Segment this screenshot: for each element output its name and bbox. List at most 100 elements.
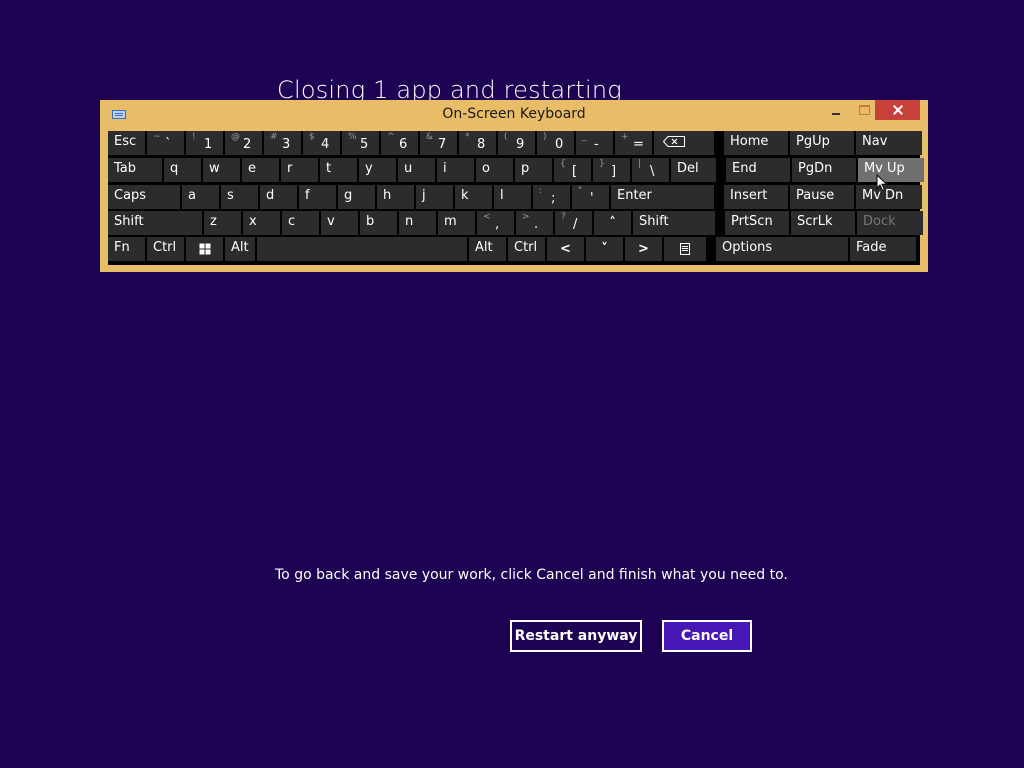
key-k[interactable]: k [455, 185, 492, 209]
key-symbol[interactable]: | \ [632, 158, 669, 182]
key-9[interactable]: (9 [498, 131, 535, 155]
key-p[interactable]: p [515, 158, 552, 182]
key-w[interactable]: w [203, 158, 240, 182]
key-pause[interactable]: Pause [790, 185, 854, 209]
key-symbol[interactable]: + = [615, 131, 652, 155]
key-e[interactable]: e [242, 158, 279, 182]
key-6[interactable]: ^ 6 [381, 131, 418, 155]
key-3[interactable]: #3 [264, 131, 301, 155]
key-alt[interactable]: Alt [469, 237, 506, 261]
key-b[interactable]: b [360, 211, 397, 235]
osk-titlebar[interactable]: On-Screen Keyboard [100, 100, 928, 128]
key-label: PgUp [796, 134, 830, 149]
key-7[interactable]: & 7 [420, 131, 457, 155]
key-esc[interactable]: Esc [108, 131, 145, 155]
key-mv-up[interactable]: Mv Up [858, 158, 924, 182]
key-right-arrow[interactable]: > [625, 237, 662, 261]
key-d[interactable]: d [260, 185, 297, 209]
key-enter[interactable]: Enter [611, 185, 714, 209]
key-nav[interactable]: Nav [856, 131, 922, 155]
key-u[interactable]: u [398, 158, 435, 182]
key-0[interactable]: ) 0 [537, 131, 574, 155]
key-y[interactable]: y [359, 158, 396, 182]
key-fn[interactable]: Fn [108, 237, 145, 261]
key-symbol[interactable]: " ' [572, 185, 609, 209]
key-v[interactable]: v [321, 211, 358, 235]
key-end[interactable]: End [726, 158, 790, 182]
key-4[interactable]: $4 [303, 131, 340, 155]
key-o[interactable]: o [476, 158, 513, 182]
key-up-arrow[interactable]: ˄ [594, 211, 631, 235]
menu-icon [680, 243, 690, 255]
key-q[interactable]: q [164, 158, 201, 182]
key-shift-symbol: ^ [387, 132, 395, 142]
key-prtscn[interactable]: PrtScn [725, 211, 789, 235]
key-r[interactable]: r [281, 158, 318, 182]
key-1[interactable]: ! 1 [186, 131, 223, 155]
key-symbol[interactable]: ~ ` [147, 131, 184, 155]
key-label: c [288, 214, 296, 229]
key-down-arrow[interactable]: ˅ [586, 237, 623, 261]
key-x[interactable]: x [243, 211, 280, 235]
key-scrlk[interactable]: ScrLk [791, 211, 855, 235]
key-2[interactable]: @2 [225, 131, 262, 155]
key-symbol[interactable]: :; [533, 185, 570, 209]
key-insert[interactable]: Insert [724, 185, 788, 209]
key-label: Shift [114, 214, 144, 229]
key-pgup[interactable]: PgUp [790, 131, 854, 155]
key-n[interactable]: n [399, 211, 436, 235]
key-symbol[interactable]: _ - [576, 131, 613, 155]
key-a[interactable]: a [182, 185, 219, 209]
key-symbol[interactable]: {[ [554, 158, 591, 182]
key-z[interactable]: z [204, 211, 241, 235]
key-left-arrow[interactable]: < [547, 237, 584, 261]
key-f[interactable]: f [299, 185, 336, 209]
key-h[interactable]: h [377, 185, 414, 209]
key-alt[interactable]: Alt [225, 237, 255, 261]
key-tab[interactable]: Tab [108, 158, 162, 182]
key-t[interactable]: t [320, 158, 357, 182]
key-l[interactable]: l [494, 185, 531, 209]
key-symbol[interactable]: >. [516, 211, 553, 235]
key-caps[interactable]: Caps [108, 185, 180, 209]
key-label: g [344, 188, 353, 203]
key-windows[interactable] [186, 237, 223, 261]
key-shift-symbol: $ [309, 132, 315, 142]
restart-anyway-button[interactable]: Restart anyway [510, 620, 642, 652]
key-g[interactable]: g [338, 185, 375, 209]
key-shift-symbol: ) [543, 132, 547, 142]
key-symbol[interactable]: }] [593, 158, 630, 182]
key-pgdn[interactable]: PgDn [792, 158, 856, 182]
key-fade[interactable]: Fade [850, 237, 916, 261]
key-s[interactable]: s [221, 185, 258, 209]
key-ctrl[interactable]: Ctrl [508, 237, 545, 261]
key-menu[interactable] [664, 237, 706, 261]
key-backspace[interactable] [654, 131, 714, 155]
key-main-symbol: ` [165, 137, 172, 152]
key-m[interactable]: m [438, 211, 475, 235]
key-space[interactable] [257, 237, 467, 261]
key-shift[interactable]: Shift [633, 211, 715, 235]
key-mv-dn[interactable]: Mv Dn [856, 185, 922, 209]
key-options[interactable]: Options [716, 237, 848, 261]
mouse-cursor-icon [876, 174, 888, 192]
close-icon[interactable] [875, 100, 920, 120]
key-symbol[interactable]: ? / [555, 211, 592, 235]
key-shift[interactable]: Shift [108, 211, 202, 235]
key-main-symbol: 7 [438, 137, 447, 152]
key-symbol[interactable]: <, [477, 211, 514, 235]
key-label: q [170, 161, 179, 176]
key-j[interactable]: j [416, 185, 453, 209]
key-home[interactable]: Home [724, 131, 788, 155]
key-c[interactable]: c [282, 211, 319, 235]
key-8[interactable]: * 8 [459, 131, 496, 155]
on-screen-keyboard-window[interactable]: On-Screen Keyboard Esc ~ `! 1 @2 #3 $4% 5 ^ 6 & 7 * 8… [100, 100, 928, 272]
cancel-button[interactable]: Cancel [662, 620, 752, 652]
key-dock[interactable]: Dock [857, 211, 923, 235]
key-5[interactable]: % 5 [342, 131, 379, 155]
key-del[interactable]: Del [671, 158, 716, 182]
key-ctrl[interactable]: Ctrl [147, 237, 184, 261]
key-label: f [305, 188, 310, 203]
key-shift-symbol: : [539, 186, 543, 196]
key-i[interactable]: i [437, 158, 474, 182]
